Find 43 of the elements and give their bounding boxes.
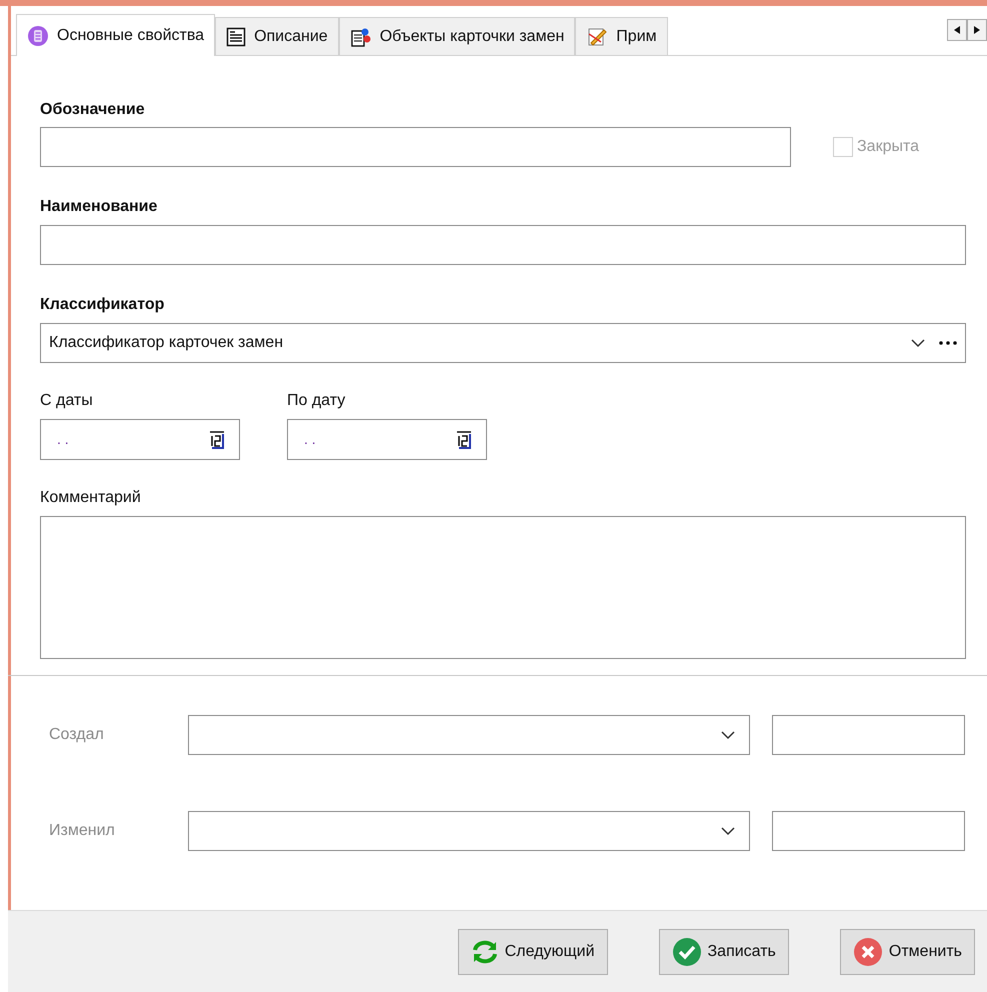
action-button[interactable]: Записать xyxy=(658,928,789,974)
action-button[interactable]: Отменить xyxy=(840,928,975,974)
field-label: Классификатор xyxy=(40,295,166,315)
field-label: Обозначение xyxy=(40,100,146,120)
field-label: Наименование xyxy=(40,197,158,217)
triangle-left-icon xyxy=(954,26,960,34)
cancel-circle-icon xyxy=(852,936,883,966)
action-button[interactable]: Следующий xyxy=(458,928,608,974)
scroll-right-button[interactable] xyxy=(967,19,987,41)
more-icon xyxy=(939,341,957,345)
field-label: Комментарий xyxy=(40,488,142,508)
list-icon xyxy=(27,24,49,46)
checkbox-label: Закрыта xyxy=(857,137,920,157)
input-field[interactable] xyxy=(40,225,966,265)
field-label: Изменил xyxy=(49,821,116,841)
comment-field[interactable] xyxy=(40,516,966,659)
tab[interactable]: Объекты карточки замен xyxy=(338,17,576,55)
date-field[interactable]: . . xyxy=(40,419,240,460)
scroll-left-button[interactable] xyxy=(947,19,967,41)
calendar-icon xyxy=(209,430,227,450)
tab[interactable]: Прим xyxy=(575,17,668,55)
edit-icon xyxy=(586,26,608,48)
calendar-icon xyxy=(456,430,474,450)
chevron-down-icon xyxy=(721,826,735,836)
dropdown-field[interactable] xyxy=(188,811,750,851)
field-label: С даты xyxy=(40,391,94,411)
field-label: По дату xyxy=(287,391,346,411)
chevron-down-icon xyxy=(911,338,925,348)
refresh-icon xyxy=(470,938,499,964)
dropdown-field[interactable]: Классификатор карточек замен xyxy=(40,323,966,363)
field-label: Создал xyxy=(49,725,105,745)
chevron-down-icon xyxy=(721,730,735,740)
tab[interactable]: Описание xyxy=(215,17,339,55)
dropdown-field[interactable] xyxy=(188,715,750,755)
date-field[interactable]: . . xyxy=(287,419,487,460)
input-field[interactable] xyxy=(772,715,965,755)
objects-icon xyxy=(350,26,372,48)
tab[interactable]: Основные свойства xyxy=(16,14,216,56)
document-icon xyxy=(226,26,246,46)
triangle-right-icon xyxy=(974,26,980,34)
input-field[interactable] xyxy=(772,811,965,851)
input-field[interactable] xyxy=(40,127,791,167)
check-circle-icon xyxy=(672,936,702,966)
